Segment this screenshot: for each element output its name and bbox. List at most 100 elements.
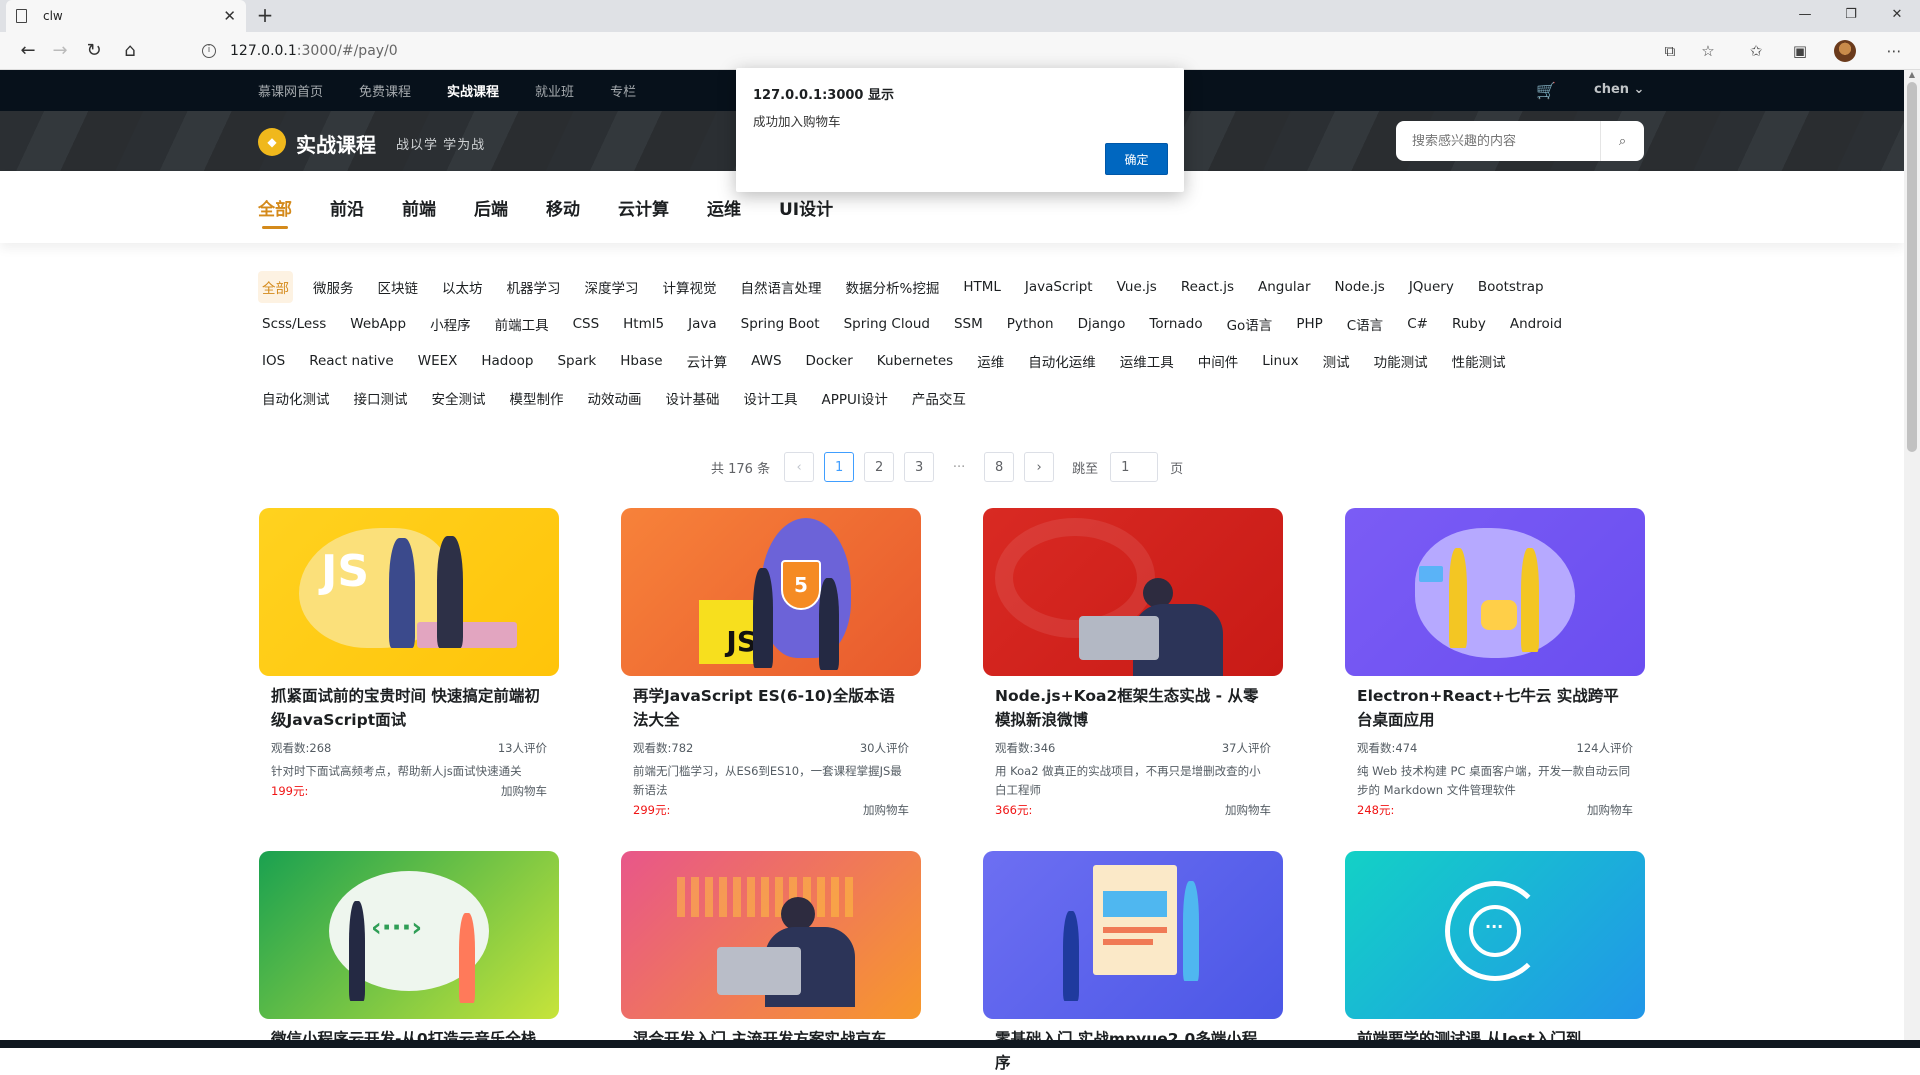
tag-item[interactable]: 全部 <box>258 270 293 303</box>
course-title[interactable]: 微信小程序云开发-从0打造云音乐全栈 <box>271 1027 547 1075</box>
course-card[interactable]: Electron+React+七牛云 实战跨平台桌面应用 观看数:474 124人… <box>1345 508 1645 818</box>
course-card[interactable]: JS 抓紧面试前的宝贵时间 快速搞定前端初级JavaScript面试 观看数:2… <box>259 508 559 799</box>
tag-item[interactable]: 计算视觉 <box>659 271 721 303</box>
tab-backend[interactable]: 后端 <box>474 195 508 220</box>
dialog-ok-button[interactable]: 确定 <box>1105 143 1168 175</box>
tag-item[interactable]: 前端工具 <box>491 308 553 340</box>
tag-item[interactable]: C语言 <box>1343 308 1387 340</box>
home-icon[interactable]: ⌂ <box>116 39 144 63</box>
course-title[interactable]: 再学JavaScript ES(6-10)全版本语法大全 <box>633 684 909 732</box>
tag-item[interactable]: React.js <box>1177 273 1238 301</box>
tab-mobile[interactable]: 移动 <box>546 195 580 220</box>
url-field[interactable]: i 127.0.0.1:3000/#/pay/0 <box>188 37 1688 65</box>
tab-cloud[interactable]: 云计算 <box>618 195 669 220</box>
favorite-star-icon[interactable]: ☆ <box>1696 40 1720 62</box>
scrollbar-thumb[interactable] <box>1907 82 1917 452</box>
tag-item[interactable]: JQuery <box>1405 273 1458 301</box>
tag-item[interactable]: Ruby <box>1448 310 1490 338</box>
tag-item[interactable]: 深度学习 <box>581 271 643 303</box>
add-to-cart-button[interactable]: 加购物车 <box>501 783 547 799</box>
user-menu[interactable]: chen ⌄ <box>1594 82 1644 97</box>
tag-item[interactable]: Tornado <box>1145 310 1206 338</box>
tag-item[interactable]: Angular <box>1254 273 1315 301</box>
scroll-up-icon[interactable]: ▲ <box>1904 70 1920 82</box>
course-card[interactable]: 5 JS 再学JavaScript ES(6-10)全版本语法大全 观看数:78… <box>621 508 921 818</box>
tab-ops[interactable]: 运维 <box>707 195 741 220</box>
tag-item[interactable]: 设计基础 <box>662 382 724 414</box>
tag-item[interactable]: Android <box>1506 310 1566 338</box>
tag-item[interactable]: 测试 <box>1319 345 1354 377</box>
tag-item[interactable]: 设计工具 <box>740 382 802 414</box>
tag-item[interactable]: 小程序 <box>426 308 475 340</box>
tag-item[interactable]: Docker <box>802 347 857 375</box>
tag-item[interactable]: WEEX <box>414 347 462 375</box>
add-to-cart-button[interactable]: 加购物车 <box>1587 802 1633 818</box>
tag-item[interactable]: APPUI设计 <box>818 382 892 414</box>
tag-item[interactable]: WebApp <box>346 310 410 338</box>
tag-item[interactable]: Spark <box>553 347 600 375</box>
course-title[interactable]: 抓紧面试前的宝贵时间 快速搞定前端初级JavaScript面试 <box>271 684 547 732</box>
next-page-button[interactable]: › <box>1024 452 1055 482</box>
tag-item[interactable]: 性能测试 <box>1448 345 1510 377</box>
tag-item[interactable]: C# <box>1403 310 1432 338</box>
minimize-icon[interactable]: — <box>1782 0 1828 28</box>
tag-item[interactable]: JavaScript <box>1021 273 1097 301</box>
add-to-cart-button[interactable]: 加购物车 <box>863 802 909 818</box>
tag-item[interactable]: 机器学习 <box>503 271 565 303</box>
tag-item[interactable]: 微服务 <box>309 271 358 303</box>
course-title[interactable]: Node.js+Koa2框架生态实战 - 从零模拟新浪微博 <box>995 684 1271 732</box>
tag-item[interactable]: 安全测试 <box>428 382 490 414</box>
page-3-button[interactable]: 3 <box>904 452 935 482</box>
tag-item[interactable]: 区块链 <box>374 271 423 303</box>
tag-item[interactable]: Kubernetes <box>873 347 957 375</box>
tag-item[interactable]: IOS <box>258 347 289 375</box>
tag-item[interactable]: React native <box>305 347 398 375</box>
course-title[interactable]: Electron+React+七牛云 实战跨平台桌面应用 <box>1357 684 1633 732</box>
jump-page-input[interactable]: 1 <box>1110 452 1159 482</box>
tag-item[interactable]: Vue.js <box>1113 273 1161 301</box>
tag-item[interactable]: Go语言 <box>1223 308 1277 340</box>
profile-avatar[interactable] <box>1834 40 1856 62</box>
tag-item[interactable]: 运维工具 <box>1116 345 1178 377</box>
tag-item[interactable]: Scss/Less <box>258 310 330 338</box>
course-title[interactable]: 混合开发入门 主流开发方案实战京东 <box>633 1027 909 1075</box>
topnav-practical-courses[interactable]: 实战课程 <box>447 81 499 100</box>
tag-item[interactable]: Java <box>684 310 721 338</box>
tag-item[interactable]: 中间件 <box>1194 345 1243 377</box>
browser-tab[interactable]: clw ✕ <box>6 0 246 32</box>
tag-item[interactable]: Hbase <box>616 347 666 375</box>
tag-item[interactable]: SSM <box>950 310 987 338</box>
course-card[interactable]: Node.js+Koa2框架生态实战 - 从零模拟新浪微博 观看数:346 37人… <box>983 508 1283 818</box>
tag-item[interactable]: 自动化运维 <box>1024 345 1100 377</box>
add-to-cart-button[interactable]: 加购物车 <box>1225 802 1271 818</box>
tag-item[interactable]: PHP <box>1292 310 1326 338</box>
page-1-button[interactable]: 1 <box>824 452 855 482</box>
tag-item[interactable]: 数据分析%挖掘 <box>842 271 944 303</box>
close-tab-icon[interactable]: ✕ <box>223 7 236 25</box>
tag-item[interactable]: Python <box>1003 310 1058 338</box>
tag-item[interactable]: Linux <box>1258 347 1302 375</box>
more-icon[interactable]: ⋯ <box>1882 40 1906 62</box>
page-2-button[interactable]: 2 <box>864 452 895 482</box>
tab-frontend[interactable]: 前端 <box>402 195 436 220</box>
tag-item[interactable]: 自然语言处理 <box>737 271 826 303</box>
info-icon[interactable]: i <box>202 44 216 58</box>
tag-item[interactable]: CSS <box>569 310 604 338</box>
tab-frontier[interactable]: 前沿 <box>330 195 364 220</box>
tab-ui-design[interactable]: UI设计 <box>779 195 833 220</box>
topnav-home[interactable]: 慕课网首页 <box>258 81 323 100</box>
forward-icon[interactable]: → <box>46 39 74 63</box>
close-window-icon[interactable]: ✕ <box>1874 0 1920 28</box>
tag-item[interactable]: AWS <box>747 347 785 375</box>
search-icon[interactable]: ⌕ <box>1600 121 1644 161</box>
tag-item[interactable]: Node.js <box>1331 273 1389 301</box>
topnav-free-courses[interactable]: 免费课程 <box>359 81 411 100</box>
tag-item[interactable]: 接口测试 <box>350 382 412 414</box>
tag-item[interactable]: Django <box>1074 310 1130 338</box>
refresh-icon[interactable]: ↻ <box>80 39 108 63</box>
tag-item[interactable]: 动效动画 <box>584 382 646 414</box>
tag-item[interactable]: Spring Cloud <box>840 310 934 338</box>
topnav-jobs[interactable]: 就业班 <box>535 81 574 100</box>
tag-item[interactable]: Spring Boot <box>737 310 824 338</box>
tag-item[interactable]: 模型制作 <box>506 382 568 414</box>
